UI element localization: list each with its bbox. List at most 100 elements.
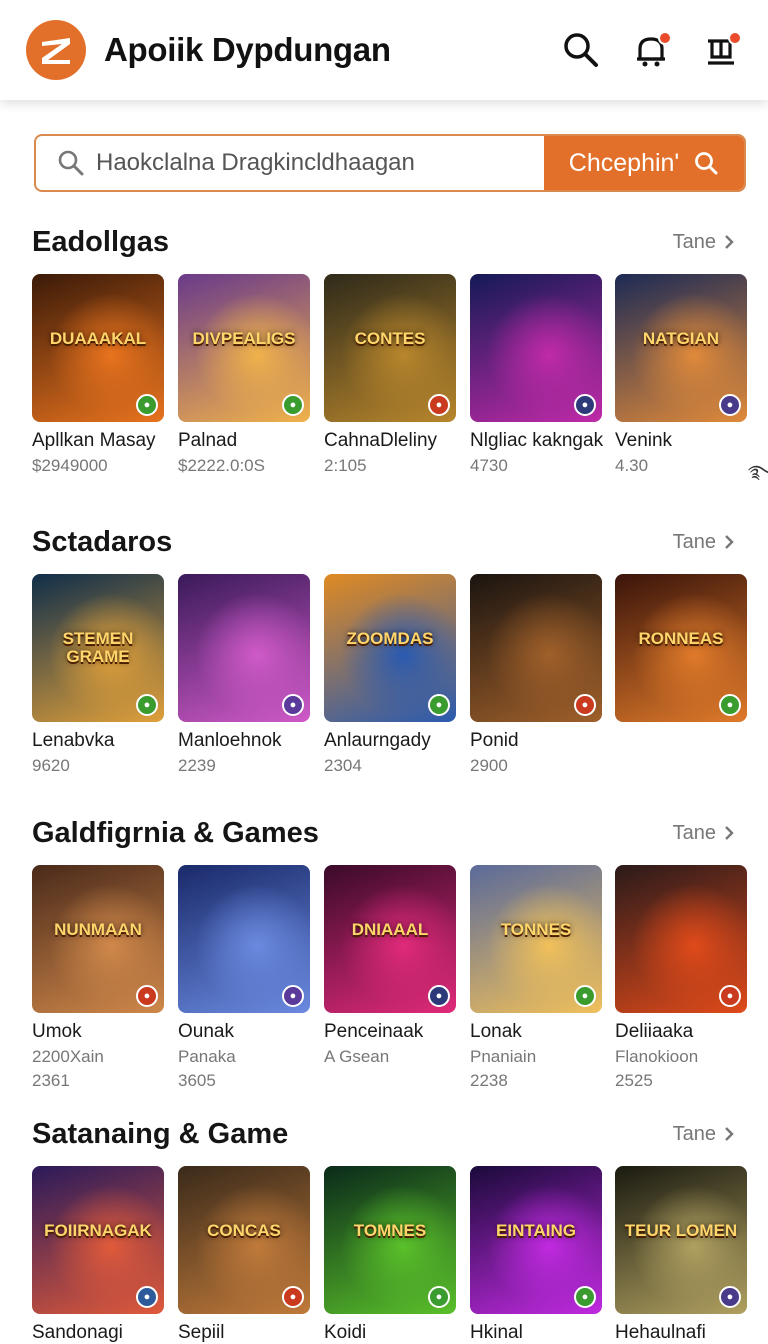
- card-row: STEMEN GRAME ● Lenabvka 9620 ● Manloehnok 2239…: [0, 574, 768, 775]
- game-meta: $2949000: [32, 456, 108, 475]
- game-card[interactable]: ● Nlgliac kakngak 4730: [470, 274, 604, 480]
- game-card[interactable]: DUAAAKAL ● Apllkan Masay $2949000: [32, 274, 164, 480]
- game-meta: Panaka: [178, 1047, 236, 1066]
- game-meta: $2222.0:0S: [178, 456, 265, 475]
- game-name: Sepiil: [178, 1322, 225, 1343]
- platform-badge-icon: ●: [428, 1286, 450, 1308]
- game-meta: 9620: [32, 756, 70, 775]
- game-art-title: TEUR LOMEN: [624, 1221, 738, 1241]
- game-thumbnail[interactable]: DIVPEALIGS ●: [178, 274, 310, 422]
- game-thumbnail[interactable]: TEUR LOMEN ●: [615, 1166, 747, 1314]
- cart-badge: [728, 31, 742, 45]
- game-card[interactable]: ● Ponid 2900: [470, 574, 602, 780]
- game-card[interactable]: EINTAING ● Hkinal: [470, 1166, 602, 1344]
- see-more-link[interactable]: Tane: [673, 1123, 736, 1146]
- game-art-title: TOMNES: [353, 1221, 427, 1241]
- game-name: Palnad: [178, 430, 238, 451]
- game-art-title: DUAAAKAL: [49, 329, 147, 349]
- game-name: Lonak: [470, 1021, 522, 1042]
- game-card[interactable]: TEUR LOMEN ● Hehaulnafi: [615, 1166, 747, 1344]
- game-name: Nlgliac kakngak: [470, 430, 604, 451]
- section-header: Satanaing & Game Tane: [0, 1114, 768, 1154]
- section-title: Galdfigrnia & Games: [32, 816, 319, 849]
- game-thumbnail[interactable]: NUNMAAN ●: [32, 865, 164, 1013]
- game-card[interactable]: FOIIRNAGAK ● Sandonagi: [32, 1166, 164, 1344]
- game-thumbnail[interactable]: ZOOMDAS ●: [324, 574, 456, 722]
- search-field-icon: [58, 150, 84, 176]
- game-name: Hkinal: [470, 1322, 523, 1343]
- game-meta: 2239: [178, 756, 216, 775]
- search-button[interactable]: Chcephin': [544, 136, 744, 190]
- game-card[interactable]: NATGIAN ● Venink 4.30: [615, 274, 747, 480]
- game-thumbnail[interactable]: CONCAS ●: [178, 1166, 310, 1314]
- game-card[interactable]: ● Deliiaaka Flanokioon 2525: [615, 865, 747, 1091]
- cart-icon[interactable]: [700, 29, 742, 71]
- game-name: Hehaulnafi: [615, 1322, 706, 1343]
- game-meta-secondary: 2238: [470, 1071, 508, 1090]
- game-thumbnail[interactable]: DNIAAAL ●: [324, 865, 456, 1013]
- platform-badge-icon: ●: [574, 394, 596, 416]
- see-more-link[interactable]: Tane: [673, 231, 736, 254]
- game-thumbnail[interactable]: DUAAAKAL ●: [32, 274, 164, 422]
- chevron-right-icon: [725, 1127, 734, 1141]
- game-thumbnail[interactable]: RONNEAS ●: [615, 574, 747, 722]
- section-title: Eadollgas: [32, 225, 169, 258]
- platform-badge-icon: ●: [282, 694, 304, 716]
- game-thumbnail[interactable]: ●: [470, 274, 602, 422]
- game-art-title: DNIAAAL: [351, 920, 429, 940]
- game-art-title: NATGIAN: [642, 329, 720, 349]
- game-art-title: CONCAS: [207, 1221, 281, 1241]
- game-thumbnail[interactable]: ●: [615, 865, 747, 1013]
- game-card[interactable]: CONTES ● CahnaDleliny 2:105: [324, 274, 456, 480]
- game-card[interactable]: ZOOMDAS ● Anlaurngady 2304: [324, 574, 456, 780]
- search-button-icon: [695, 152, 718, 175]
- game-meta: 2304: [324, 756, 362, 775]
- section-title: Satanaing & Game: [32, 1117, 289, 1150]
- game-thumbnail[interactable]: STEMEN GRAME ●: [32, 574, 164, 722]
- game-thumbnail[interactable]: ●: [470, 574, 602, 722]
- game-card[interactable]: DNIAAAL ● Penceinaak A Gsean: [324, 865, 456, 1071]
- game-thumbnail[interactable]: FOIIRNAGAK ●: [32, 1166, 164, 1314]
- game-card[interactable]: NUNMAAN ● Umok 2200Xain 2361: [32, 865, 164, 1091]
- game-card[interactable]: ● Ounak Panaka 3605: [178, 865, 310, 1091]
- game-thumbnail[interactable]: TOMNES ●: [324, 1166, 456, 1314]
- platform-badge-icon: ●: [428, 394, 450, 416]
- game-art-title: STEMEN GRAME: [62, 629, 134, 667]
- platform-badge-icon: ●: [574, 985, 596, 1007]
- game-art-title: ZOOMDAS: [346, 629, 434, 649]
- search-icon[interactable]: [560, 29, 602, 71]
- game-card[interactable]: CONCAS ● Sepiil: [178, 1166, 310, 1344]
- game-card[interactable]: ● Manloehnok 2239: [178, 574, 310, 780]
- section-0: Eadollgas Tane DUAAAKAL ● Apllkan Masay $2949…: [0, 222, 768, 475]
- search-input[interactable]: [96, 149, 536, 177]
- game-card[interactable]: RONNEAS ●: [615, 574, 747, 730]
- game-meta-secondary: 2525: [615, 1071, 653, 1090]
- game-card[interactable]: DIVPEALIGS ● Palnad $2222.0:0S: [178, 274, 310, 480]
- see-more-link[interactable]: Tane: [673, 822, 736, 845]
- platform-badge-icon: ●: [428, 985, 450, 1007]
- game-meta: 4.30: [615, 456, 649, 475]
- game-card[interactable]: TOMNES ● Koidi: [324, 1166, 456, 1344]
- notification-icon[interactable]: [630, 29, 672, 71]
- game-meta-secondary: 2361: [32, 1071, 70, 1090]
- game-thumbnail[interactable]: ●: [178, 865, 310, 1013]
- section-1: Sctadaros Tane STEMEN GRAME ● Lenabvka 9620 ● M…: [0, 522, 768, 775]
- game-name: Lenabvka: [32, 730, 115, 751]
- game-thumbnail[interactable]: NATGIAN ●: [615, 274, 747, 422]
- platform-badge-icon: ●: [719, 394, 741, 416]
- game-card[interactable]: TONNES ● Lonak Pnaniain 2238: [470, 865, 602, 1091]
- game-thumbnail[interactable]: EINTAING ●: [470, 1166, 602, 1314]
- chevron-right-icon: [725, 235, 734, 249]
- game-thumbnail[interactable]: TONNES ●: [470, 865, 602, 1013]
- game-thumbnail[interactable]: ●: [178, 574, 310, 722]
- see-more-label: Tane: [672, 230, 716, 253]
- see-more-link[interactable]: Tane: [673, 531, 736, 554]
- game-name: Ounak: [178, 1021, 234, 1042]
- card-row: FOIIRNAGAK ● Sandonagi CONCAS ● Sepiil TOMNES ●…: [0, 1166, 768, 1343]
- game-card[interactable]: STEMEN GRAME ● Lenabvka 9620: [32, 574, 164, 780]
- game-name: Ponid: [470, 730, 519, 751]
- game-art-title: TONNES: [500, 920, 572, 940]
- platform-badge-icon: ●: [136, 985, 158, 1007]
- game-thumbnail[interactable]: CONTES ●: [324, 274, 456, 422]
- app-header: Apoiik Dypdungan: [0, 0, 768, 100]
